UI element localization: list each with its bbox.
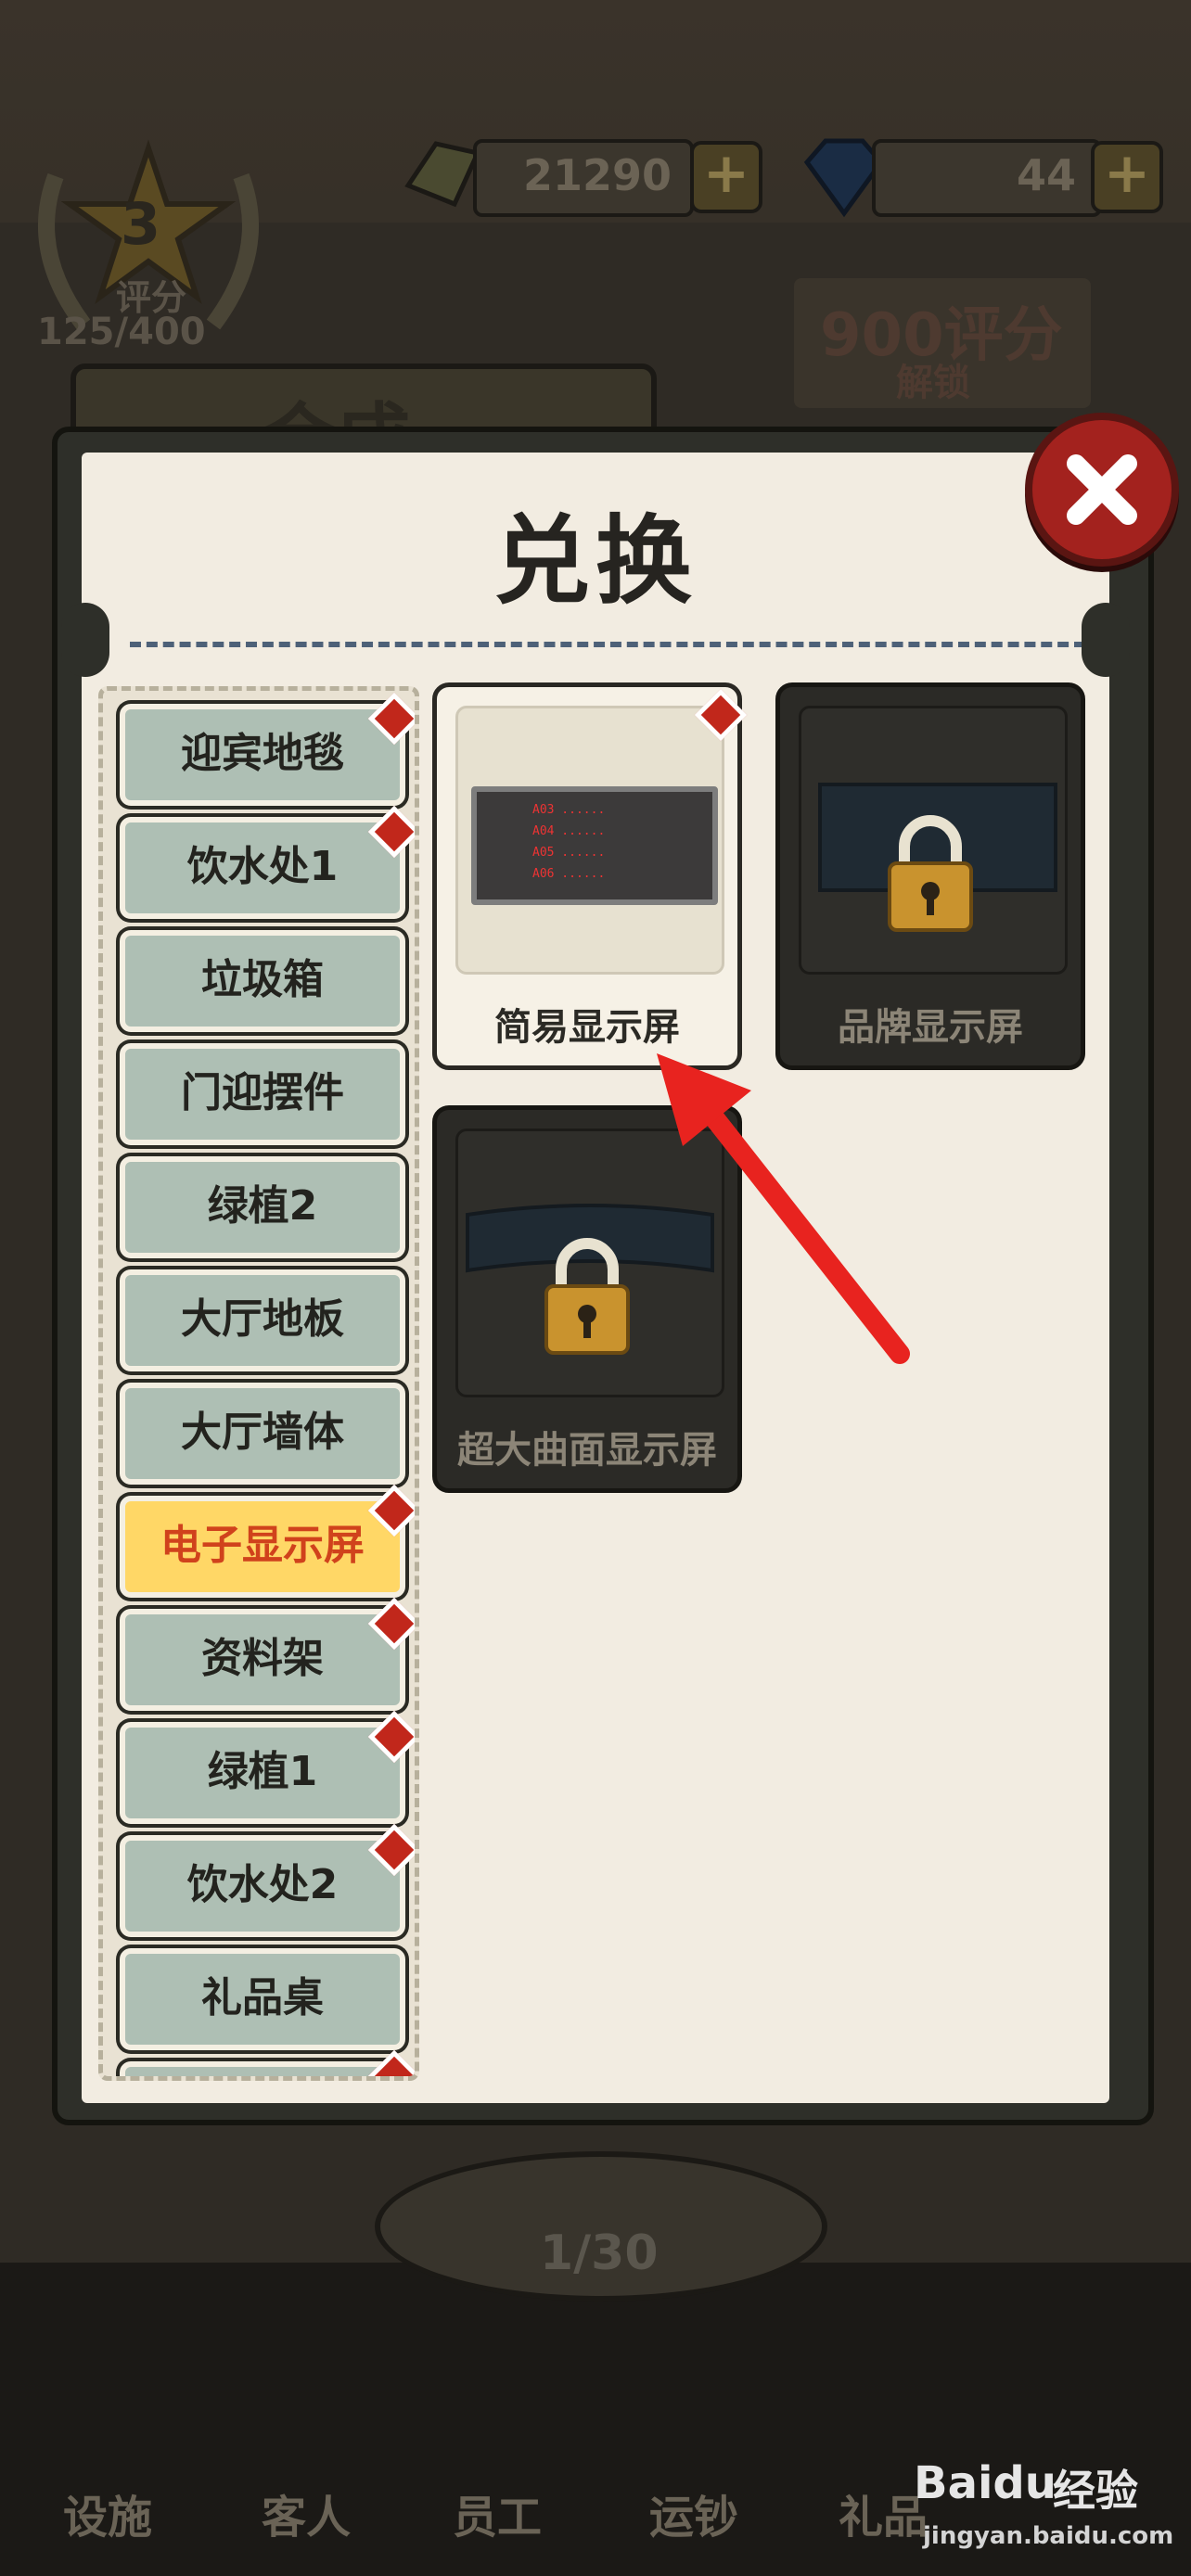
screen-line: A05 ......: [532, 846, 606, 860]
category-label: 绿植1: [207, 1748, 318, 1795]
item-image: A03 ...... A04 ...... A05 ...... A06 ...…: [455, 706, 724, 975]
dialog-title: 兑换: [493, 504, 698, 618]
category-item[interactable]: 绿植2: [120, 1156, 405, 1258]
red-arrow-annotation: [657, 1053, 910, 1364]
category-item[interactable]: 饮水处1: [120, 817, 405, 919]
lock-icon: [544, 1238, 630, 1355]
add-gem-button[interactable]: +: [1091, 141, 1163, 213]
screen-line: A04 ......: [532, 824, 606, 838]
screen-line: A06 ......: [532, 867, 606, 881]
close-icon: [1067, 454, 1137, 525]
category-label: 饮水处2: [186, 1861, 339, 1908]
lock-icon: [888, 815, 973, 932]
category-item[interactable]: 大厅地板: [120, 1269, 405, 1371]
category-label: 绿植2: [207, 1182, 318, 1230]
category-item[interactable]: 大厅墙体: [120, 1383, 405, 1485]
category-label: 大厅墙体: [181, 1409, 344, 1456]
close-button[interactable]: [1025, 413, 1179, 567]
category-label: 垃圾箱: [201, 956, 324, 1003]
title-divider: [130, 642, 1085, 647]
item-card-brand-display[interactable]: 品牌显示屏: [775, 682, 1085, 1070]
rating-level: 3: [121, 190, 161, 258]
category-label: 迎宾地毯: [181, 730, 344, 777]
cash-bar: 21290: [473, 139, 694, 217]
category-item[interactable]: 资料架: [120, 1609, 405, 1711]
category-item[interactable]: 门迎摆件: [120, 1043, 405, 1145]
category-label: 门迎摆件: [181, 1069, 344, 1116]
tab-guests[interactable]: 客人: [262, 2480, 351, 2545]
unlock-hint-sub: 解锁: [896, 362, 970, 404]
category-label: 饮水处1: [186, 843, 339, 890]
page-indicator: 1/30: [540, 2225, 659, 2281]
cash-value: 21290: [522, 150, 672, 200]
watermark: Baidu 经验 jingyan.baidu.com: [914, 2448, 1191, 2576]
category-item[interactable]: 礼品桌: [120, 1948, 405, 2050]
add-cash-button[interactable]: +: [690, 141, 762, 213]
rating-badge[interactable]: 3 评分 125/400: [19, 139, 278, 353]
watermark-url: jingyan.baidu.com: [923, 2522, 1174, 2550]
category-item-selected[interactable]: 电子显示屏: [120, 1496, 405, 1598]
category-item[interactable]: 绿植1: [120, 1722, 405, 1824]
display-screen-icon: A03 ...... A04 ...... A05 ...... A06 ...…: [471, 786, 718, 905]
category-item[interactable]: 垃圾箱: [120, 930, 405, 1032]
right-notch: [1082, 603, 1130, 677]
rating-progress: 125/400: [37, 311, 206, 353]
cash-icon: [399, 130, 482, 213]
category-label: 大厅地板: [181, 1295, 344, 1343]
left-notch: [61, 603, 109, 677]
gem-value: 44: [1016, 150, 1076, 200]
watermark-brand: Baidu: [914, 2457, 1057, 2509]
category-label: 资料架: [201, 1635, 324, 1682]
unlock-hint-sign: 900评分 解锁: [794, 278, 1091, 408]
item-label: 超大曲面显示屏: [457, 1429, 717, 1472]
gem-bar: 44: [872, 139, 1102, 217]
category-item[interactable]: 迎宾地毯: [120, 704, 405, 806]
category-label: 电子显示屏: [160, 1522, 365, 1569]
item-card-simple-display[interactable]: A03 ...... A04 ...... A05 ...... A06 ...…: [432, 682, 748, 1070]
category-label: 礼品桌: [201, 1974, 324, 2021]
watermark-brand-cn: 经验: [1053, 2466, 1138, 2516]
tab-facilities[interactable]: 设施: [63, 2480, 152, 2545]
category-item[interactable]: 饮水处2: [120, 1835, 405, 1937]
tab-cash-transport[interactable]: 运钞: [649, 2480, 738, 2545]
screen-line: A03 ......: [532, 803, 606, 817]
category-item-partial[interactable]: [120, 2061, 405, 2076]
category-list[interactable]: 迎宾地毯 饮水处1 垃圾箱 门迎摆件 绿植2 大厅地板 大厅墙体 电子显示屏 资…: [98, 686, 419, 2081]
tab-staff[interactable]: 员工: [453, 2480, 542, 2545]
